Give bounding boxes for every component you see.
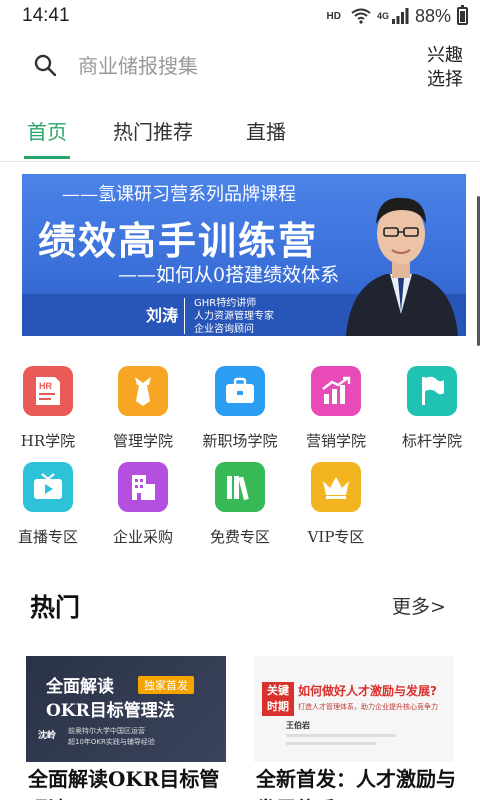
- briefcase-icon: [226, 377, 254, 403]
- books-icon: [227, 476, 249, 501]
- tab-live[interactable]: 直播: [246, 116, 286, 145]
- promo-banner[interactable]: ——氢课研习营系列品牌课程 绩效高手训练营 ——如何从0搭建绩效体系 刘涛 GH…: [22, 174, 466, 336]
- category-label: 新职场学院: [202, 432, 278, 450]
- signal-icon: [391, 8, 409, 24]
- tab-hot-recommend[interactable]: 热门推荐: [113, 116, 193, 145]
- banner-speaker-title: 企业咨询顾问: [194, 324, 254, 335]
- course-card-thumbnail[interactable]: 关键 时期 如何做好人才激励与发展? 打造人才管理体系，助力企业提升核心竞争力 …: [254, 656, 454, 762]
- category-enterprise-purchase[interactable]: 企业采购: [103, 462, 183, 547]
- banner-subtitle: ——如何从0搭建绩效体系: [118, 264, 340, 286]
- hd-indicator: HD: [326, 10, 341, 22]
- flag-icon: [422, 376, 444, 405]
- category-label: VIP专区: [307, 528, 365, 546]
- category-free-zone[interactable]: 免费专区: [200, 462, 280, 547]
- banner-series: ——氢课研习营系列品牌课程: [62, 184, 296, 205]
- clock: 14:41: [22, 5, 70, 26]
- search-bar: 兴趣 选择: [0, 36, 480, 96]
- search-icon[interactable]: [34, 54, 56, 76]
- category-marketing-academy[interactable]: 营销学院: [296, 366, 376, 451]
- battery-icon: [457, 5, 468, 25]
- network-type: 4G: [376, 11, 389, 21]
- category-management-academy[interactable]: 管理学院: [103, 366, 183, 451]
- course-card-title[interactable]: 全面解读OKR目标管理法: [28, 764, 232, 800]
- tab-bar: 首页 热门推荐 直播: [0, 110, 480, 162]
- category-hr-academy[interactable]: HR HR学院: [8, 366, 88, 451]
- search-input[interactable]: [78, 50, 398, 82]
- status-bar: 14:41 HD 4G 88%: [0, 0, 480, 32]
- speaker-photo: [346, 197, 458, 336]
- category-benchmark-academy[interactable]: 标杆学院: [392, 366, 472, 451]
- svg-text:HR: HR: [39, 381, 52, 391]
- tab-home[interactable]: 首页: [27, 116, 67, 145]
- active-tab-indicator: [24, 156, 70, 159]
- more-link[interactable]: 更多>: [392, 592, 446, 619]
- category-label: HR学院: [20, 432, 76, 450]
- category-label: 免费专区: [209, 528, 270, 546]
- category-new-workplace-academy[interactable]: 新职场学院: [200, 366, 280, 451]
- category-label: 直播专区: [17, 528, 78, 546]
- tie-icon: [135, 377, 151, 406]
- category-live-zone[interactable]: 直播专区: [8, 462, 88, 547]
- wifi-icon: [351, 8, 371, 24]
- category-vip-zone[interactable]: VIP专区: [296, 462, 376, 547]
- crown-icon: [323, 477, 349, 499]
- hot-section-title: 热门: [30, 593, 81, 622]
- banner-speaker-name: 刘涛: [146, 306, 179, 325]
- course-card-thumbnail[interactable]: 全面解读 独家首发 OKR目标管理法 沈岭 前奥特尔大学中国区运营 超10年OK…: [26, 656, 226, 762]
- interest-select-button[interactable]: 兴趣 选择: [420, 44, 470, 92]
- exclusive-badge: 独家首发: [138, 676, 194, 694]
- building-icon: [132, 475, 155, 500]
- category-label: 管理学院: [112, 432, 173, 450]
- course-card-title[interactable]: 全新首发：人才激励与发展体系: [256, 764, 460, 800]
- growth-chart-icon: [322, 376, 351, 404]
- tv-play-icon: [34, 473, 62, 499]
- battery-level: 88%: [414, 5, 451, 26]
- category-label: 标杆学院: [401, 432, 462, 450]
- banner-headline: 绩效高手训练营: [38, 218, 319, 263]
- hr-doc-icon: HR: [36, 377, 60, 405]
- category-label: 营销学院: [305, 432, 366, 450]
- category-label: 企业采购: [112, 528, 173, 546]
